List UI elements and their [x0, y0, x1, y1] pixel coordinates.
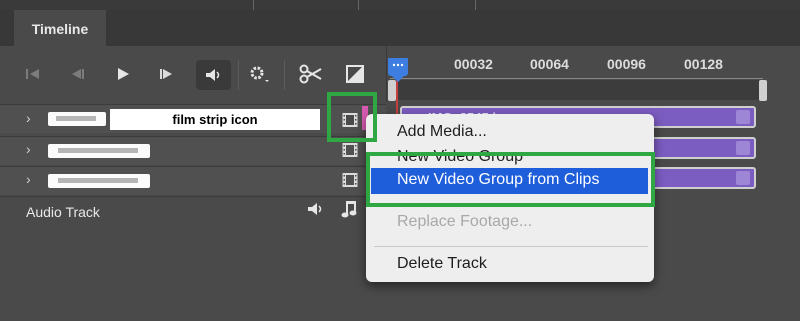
divider — [253, 0, 254, 10]
menu-item-add-media[interactable]: Add Media... — [397, 123, 487, 141]
transition-icon[interactable] — [340, 58, 370, 90]
clip-end-handle[interactable] — [736, 110, 750, 124]
annotation-label: film strip icon — [110, 109, 320, 130]
ruler-tick: 00096 — [607, 56, 646, 72]
film-strip-icon[interactable] — [342, 172, 358, 188]
gear-icon[interactable] — [244, 58, 274, 90]
divider — [284, 60, 285, 90]
step-forward-icon[interactable] — [152, 58, 182, 90]
clip-end-handle[interactable] — [736, 141, 750, 155]
divider — [358, 0, 359, 10]
volume-icon[interactable] — [307, 202, 325, 216]
playhead-handle[interactable] — [388, 58, 408, 82]
divider — [475, 0, 476, 10]
redacted-track-name — [48, 112, 106, 126]
work-area-end-handle[interactable] — [759, 80, 767, 101]
top-strip — [0, 0, 800, 10]
clip-end-handle[interactable] — [736, 171, 750, 185]
audio-track-label: Audio Track — [26, 204, 100, 220]
divider — [238, 60, 239, 90]
ruler-line — [390, 78, 763, 79]
panel-tab-bar — [0, 10, 800, 46]
film-strip-icon[interactable] — [342, 142, 358, 158]
volume-icon[interactable] — [196, 60, 231, 90]
menu-item-replace-footage: Replace Footage... — [397, 213, 533, 230]
music-note-icon[interactable] — [340, 199, 358, 219]
play-icon[interactable] — [108, 58, 138, 90]
expand-chevron-icon[interactable]: › — [26, 141, 31, 157]
ruler-tick: 00064 — [530, 56, 569, 72]
tab-timeline[interactable]: Timeline — [14, 10, 106, 46]
ruler-tick: 00128 — [684, 56, 723, 72]
menu-separator — [374, 246, 648, 247]
scissors-icon[interactable] — [296, 58, 326, 90]
expand-chevron-icon[interactable]: › — [26, 110, 31, 126]
ruler-tick: 00032 — [454, 56, 493, 72]
layers-pane — [0, 226, 386, 321]
annotation-highlight-box — [327, 92, 377, 142]
go-to-start-icon[interactable] — [18, 58, 48, 90]
menu-item-delete-track[interactable]: Delete Track — [397, 255, 487, 273]
redacted-track-name — [48, 144, 150, 158]
work-area-bar[interactable] — [393, 80, 765, 100]
step-back-icon[interactable] — [62, 58, 92, 90]
annotation-highlight-box — [366, 152, 655, 207]
redacted-track-name — [48, 174, 150, 188]
expand-chevron-icon[interactable]: › — [26, 171, 31, 187]
